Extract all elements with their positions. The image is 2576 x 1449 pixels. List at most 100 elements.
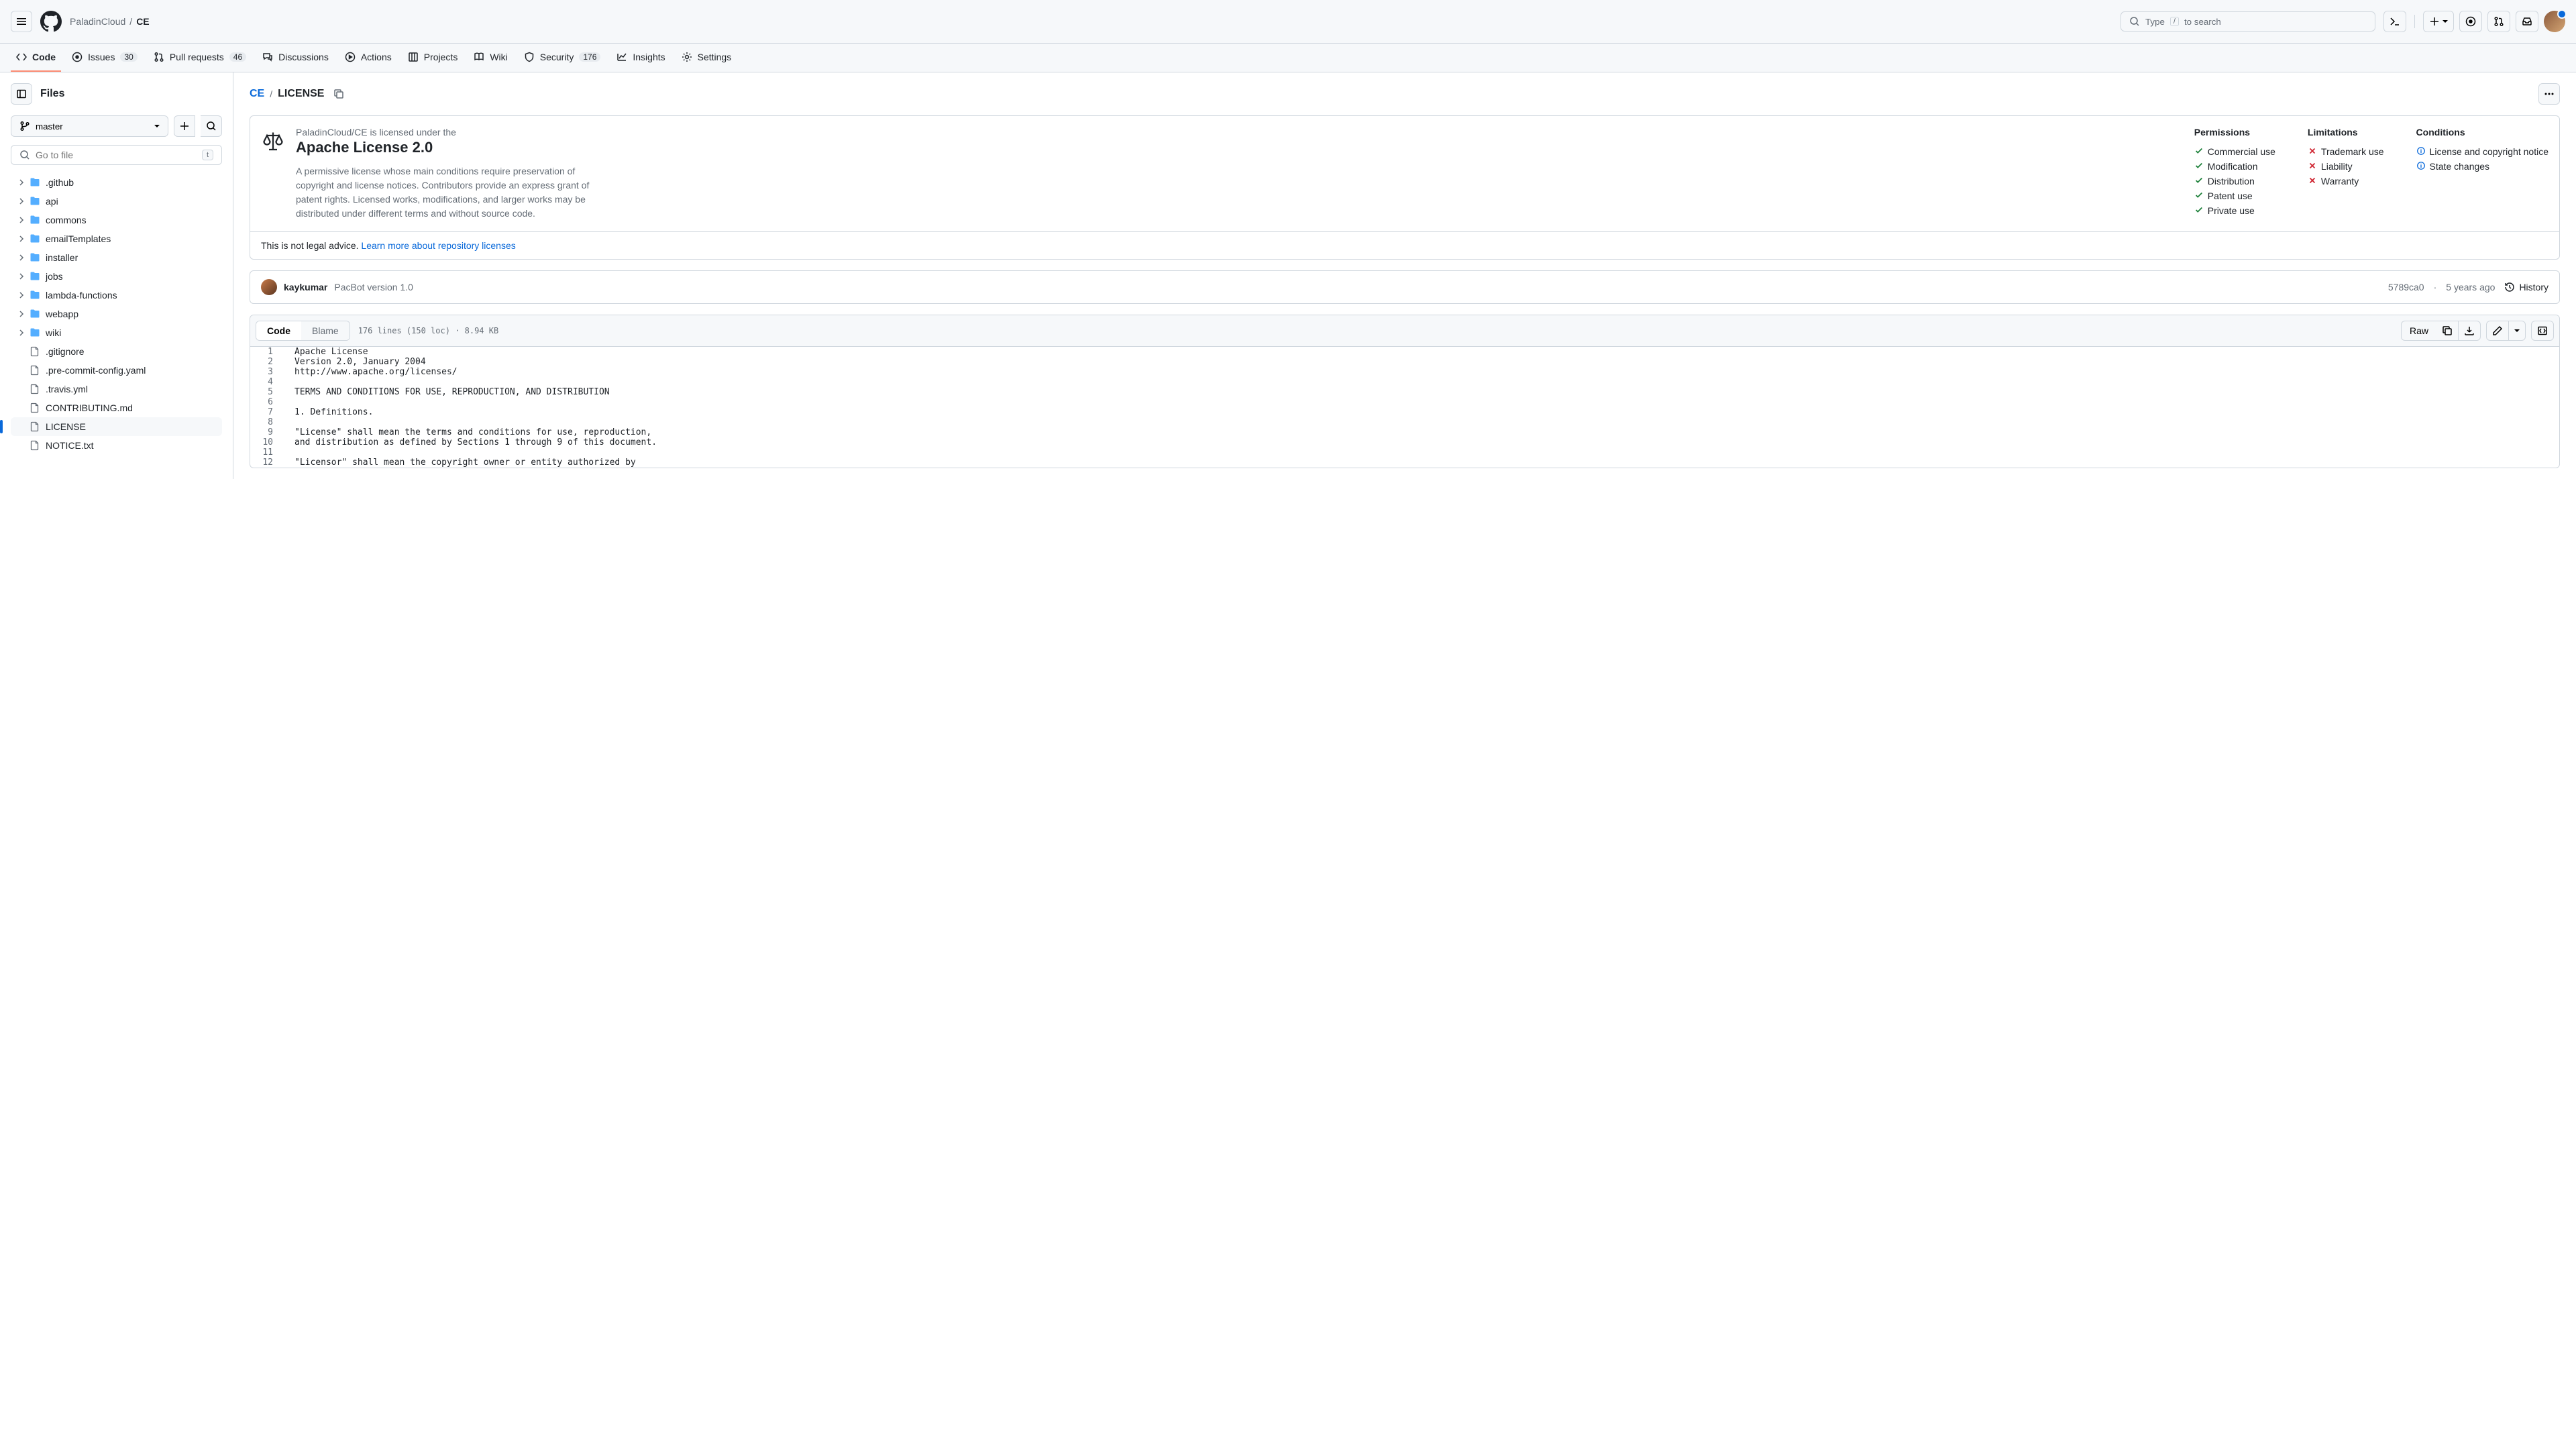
inbox-icon (2522, 16, 2532, 27)
license-rule-label: Trademark use (2321, 146, 2384, 157)
plus-icon (179, 121, 190, 131)
line-number[interactable]: 9 (250, 427, 284, 437)
search-input[interactable]: Type / to search (2121, 11, 2375, 32)
line-number[interactable]: 12 (250, 458, 284, 468)
add-file-button[interactable] (174, 115, 195, 137)
issues-button[interactable] (2459, 11, 2482, 32)
issue-icon (72, 52, 83, 62)
info-icon (2416, 146, 2426, 156)
nav-actions[interactable]: Actions (339, 44, 397, 72)
github-logo[interactable] (40, 11, 62, 32)
nav-wiki[interactable]: Wiki (468, 44, 513, 72)
commit-author[interactable]: kaykumar (284, 282, 327, 292)
tree-item--github[interactable]: .github (11, 173, 222, 192)
nav-actions-label: Actions (361, 52, 392, 62)
nav-pulls[interactable]: Pull requests 46 (148, 44, 252, 72)
line-number[interactable]: 1 (250, 347, 284, 357)
commit-sha[interactable]: 5789ca0 (2388, 282, 2424, 292)
nav-discussions[interactable]: Discussions (257, 44, 334, 72)
tree-item-label: .pre-commit-config.yaml (46, 365, 146, 376)
tree-item-commons[interactable]: commons (11, 211, 222, 229)
download-button[interactable] (2459, 321, 2481, 341)
tree-item-lambda-functions[interactable]: lambda-functions (11, 286, 222, 305)
tree-item-label: commons (46, 215, 87, 225)
nav-projects[interactable]: Projects (402, 44, 464, 72)
commit-when[interactable]: 5 years ago (2446, 282, 2495, 292)
nav-security[interactable]: Security 176 (519, 44, 606, 72)
tree-item-label: lambda-functions (46, 290, 117, 301)
tree-item-wiki[interactable]: wiki (11, 323, 222, 342)
notifications-button[interactable] (2516, 11, 2538, 32)
copy-raw-button[interactable] (2436, 321, 2459, 341)
edit-dropdown-button[interactable] (2509, 321, 2526, 341)
line-number[interactable]: 10 (250, 437, 284, 447)
line-text: Apache License (284, 347, 368, 357)
tree-item-api[interactable]: api (11, 192, 222, 211)
user-avatar[interactable] (2544, 11, 2565, 32)
chevron-right-icon (16, 252, 24, 263)
commit-message[interactable]: PacBot version 1.0 (334, 282, 413, 292)
raw-button[interactable]: Raw (2401, 321, 2436, 341)
chevron-right-icon (16, 309, 24, 319)
line-number[interactable]: 8 (250, 417, 284, 427)
more-options-button[interactable] (2538, 83, 2560, 105)
file-filter-input[interactable] (36, 150, 197, 160)
search-files-button[interactable] (201, 115, 222, 137)
line-number[interactable]: 7 (250, 407, 284, 417)
code-line: 11 (250, 447, 2559, 458)
caret-down-icon (2514, 328, 2520, 333)
nav-insights[interactable]: Insights (611, 44, 670, 72)
tree-item-jobs[interactable]: jobs (11, 267, 222, 286)
symbols-button[interactable] (2531, 321, 2554, 341)
edit-button[interactable] (2486, 321, 2509, 341)
search-suffix: to search (2184, 17, 2221, 27)
pull-requests-button[interactable] (2487, 11, 2510, 32)
breadcrumb-owner[interactable]: PaladinCloud (70, 16, 125, 27)
path-separator: / (270, 89, 272, 99)
pull-request-icon (2493, 16, 2504, 27)
collapse-sidebar-button[interactable] (11, 83, 32, 105)
nav-settings[interactable]: Settings (676, 44, 737, 72)
nav-code[interactable]: Code (11, 44, 61, 72)
copy-path-button[interactable] (329, 85, 348, 103)
tree-item--travis-yml[interactable]: .travis.yml (11, 380, 222, 398)
line-number[interactable]: 5 (250, 387, 284, 397)
line-number[interactable]: 6 (250, 397, 284, 407)
tree-item-notice-txt[interactable]: NOTICE.txt (11, 436, 222, 455)
check-icon (2194, 205, 2204, 215)
file-filter[interactable]: t (11, 145, 222, 165)
tree-item-license[interactable]: LICENSE (11, 417, 222, 436)
folder-icon (30, 215, 40, 225)
copy-icon (333, 89, 344, 99)
code-tab[interactable]: Code (256, 321, 301, 340)
tree-item-contributing-md[interactable]: CONTRIBUTING.md (11, 398, 222, 417)
nav-pulls-label: Pull requests (170, 52, 224, 62)
license-rule-label: Patent use (2208, 191, 2253, 201)
tree-item-emailtemplates[interactable]: emailTemplates (11, 229, 222, 248)
license-learn-more-link[interactable]: Learn more about repository licenses (361, 240, 515, 251)
line-number[interactable]: 3 (250, 367, 284, 377)
check-icon (2194, 176, 2204, 185)
command-palette-button[interactable] (2383, 11, 2406, 32)
history-link[interactable]: History (2504, 282, 2548, 292)
hamburger-menu[interactable] (11, 11, 32, 32)
tree-item-webapp[interactable]: webapp (11, 305, 222, 323)
line-number[interactable]: 4 (250, 377, 284, 387)
branch-select[interactable]: master (11, 115, 168, 137)
line-number[interactable]: 11 (250, 447, 284, 458)
create-new-button[interactable] (2423, 11, 2454, 32)
tree-item--pre-commit-config-yaml[interactable]: .pre-commit-config.yaml (11, 361, 222, 380)
file-filter-kbd: t (202, 150, 213, 160)
tree-item--gitignore[interactable]: .gitignore (11, 342, 222, 361)
path-repo-link[interactable]: CE (250, 88, 264, 100)
commit-author-avatar[interactable] (261, 279, 277, 295)
tree-item-installer[interactable]: installer (11, 248, 222, 267)
line-number[interactable]: 2 (250, 357, 284, 367)
nav-issues[interactable]: Issues 30 (66, 44, 143, 72)
breadcrumb-repo[interactable]: CE (136, 16, 149, 27)
conditions-col: Conditions License and copyright noticeS… (2416, 127, 2548, 221)
blame-tab[interactable]: Blame (301, 321, 350, 340)
file-view-tabs: Code Blame (256, 321, 350, 341)
file-icon (30, 365, 40, 376)
chevron-right-icon (16, 215, 24, 225)
